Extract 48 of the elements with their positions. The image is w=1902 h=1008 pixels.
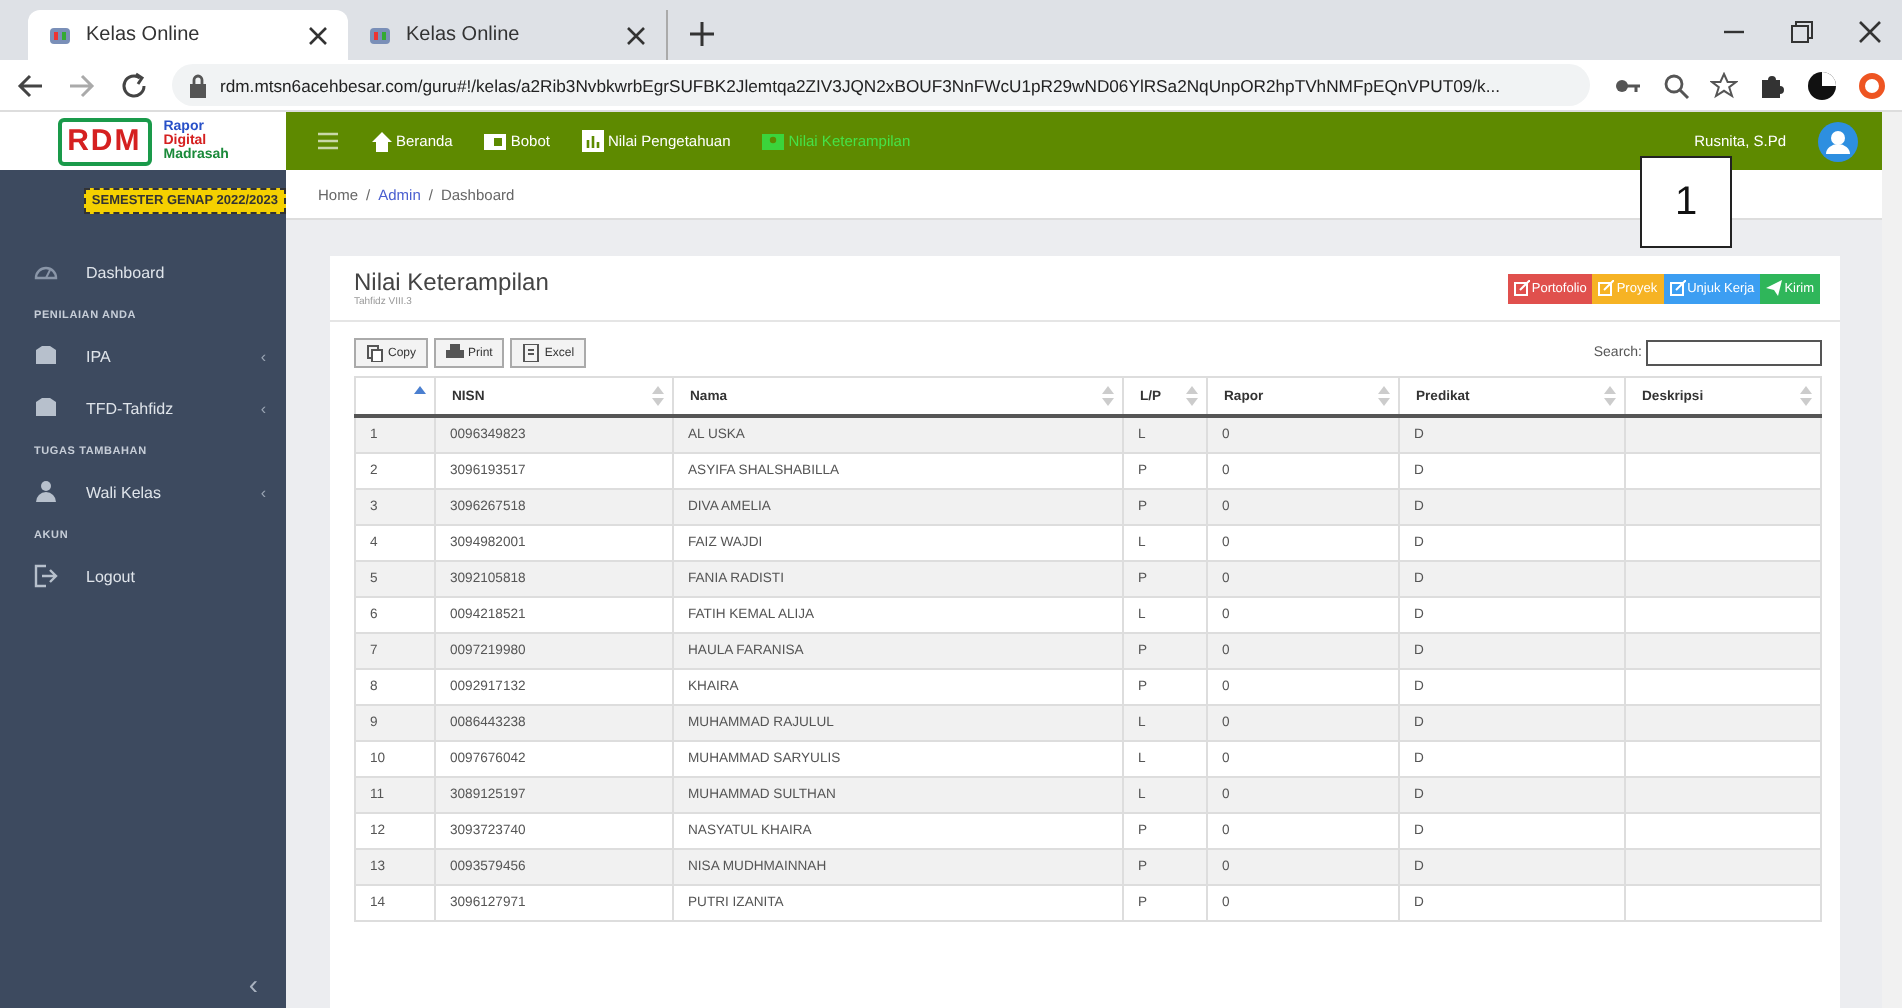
logout-icon: [34, 564, 58, 588]
card-title: Nilai Keterampilan: [354, 268, 549, 296]
scrollbar[interactable]: [1882, 112, 1902, 1008]
close-icon[interactable]: [626, 25, 646, 45]
site-icon: [368, 23, 392, 47]
restore-icon[interactable]: [1790, 20, 1814, 44]
callout-label: 1: [1640, 156, 1732, 248]
search-field[interactable]: [1646, 340, 1822, 366]
menu-icon[interactable]: [318, 132, 338, 150]
document-icon: [522, 344, 541, 362]
chevron: ‹: [260, 347, 266, 365]
sidebar-item[interactable]: TFD-Tahfidz ‹: [0, 382, 286, 434]
copy-icon: [366, 344, 384, 362]
tab-title: Kelas Online: [86, 24, 202, 46]
ring-icon[interactable]: [1858, 71, 1886, 99]
edit-icon: [1513, 280, 1530, 296]
avatar-icon[interactable]: [1818, 121, 1858, 161]
close-icon[interactable]: [308, 25, 328, 45]
url-text: rdm.mtsn6acehbesar.com/guru#!/kelas/a2Rib3NvbkwrbEgrSUFBK2Jlemtqa2ZIV3JQN2xBOUF3NnFWcU1pR29wND06YlRSa2NqUnpOR2hpTVhNMFpEQnVPUT09/k...: [220, 75, 1501, 95]
person-icon: [34, 480, 58, 504]
close-icon[interactable]: [1858, 20, 1882, 44]
collapse-toggle[interactable]: ‹: [248, 968, 286, 1008]
send-icon: [1766, 280, 1783, 296]
sidebar-item[interactable]: Dashboard: [0, 246, 286, 298]
puzzle-icon[interactable]: [1758, 71, 1786, 99]
home-icon: [370, 130, 392, 152]
star-icon[interactable]: [1710, 71, 1738, 99]
bar-chart-icon: [581, 130, 604, 152]
chevron: ‹: [260, 483, 266, 501]
zoom-icon[interactable]: [1662, 71, 1690, 99]
sidebar-item[interactable]: Logout: [0, 550, 286, 602]
printer-icon: [446, 344, 465, 362]
tab-title: Kelas Online: [406, 24, 522, 46]
card-icon: [762, 130, 785, 152]
edit-icon: [1669, 280, 1686, 296]
edit-icon: [1598, 280, 1615, 296]
new-tab-icon[interactable]: [688, 20, 716, 48]
chevron: ‹: [260, 399, 266, 417]
logo-mark: RDM: [57, 117, 152, 165]
card-icon: [484, 130, 507, 152]
back-arrow-icon[interactable]: [16, 71, 44, 99]
sidebar-item[interactable]: IPA ‹: [0, 330, 286, 382]
lock-icon: [188, 73, 208, 97]
address-field[interactable]: rdm.mtsn6acehbesar.com/guru#!/kelas/a2Rib3NvbkwrbEgrSUFBK2Jlemtqa2ZIV3JQN2xBOUF3NnFWcU1pR29wND06YlRSa2NqUnpOR2hpTVhNMFpEQnVPUT09/k...: [172, 64, 1590, 106]
browser-tab[interactable]: Kelas Online: [28, 10, 348, 60]
site-icon: [48, 23, 72, 47]
reload-icon[interactable]: [120, 71, 148, 99]
sidebar-item[interactable]: Wali Kelas ‹: [0, 466, 286, 518]
